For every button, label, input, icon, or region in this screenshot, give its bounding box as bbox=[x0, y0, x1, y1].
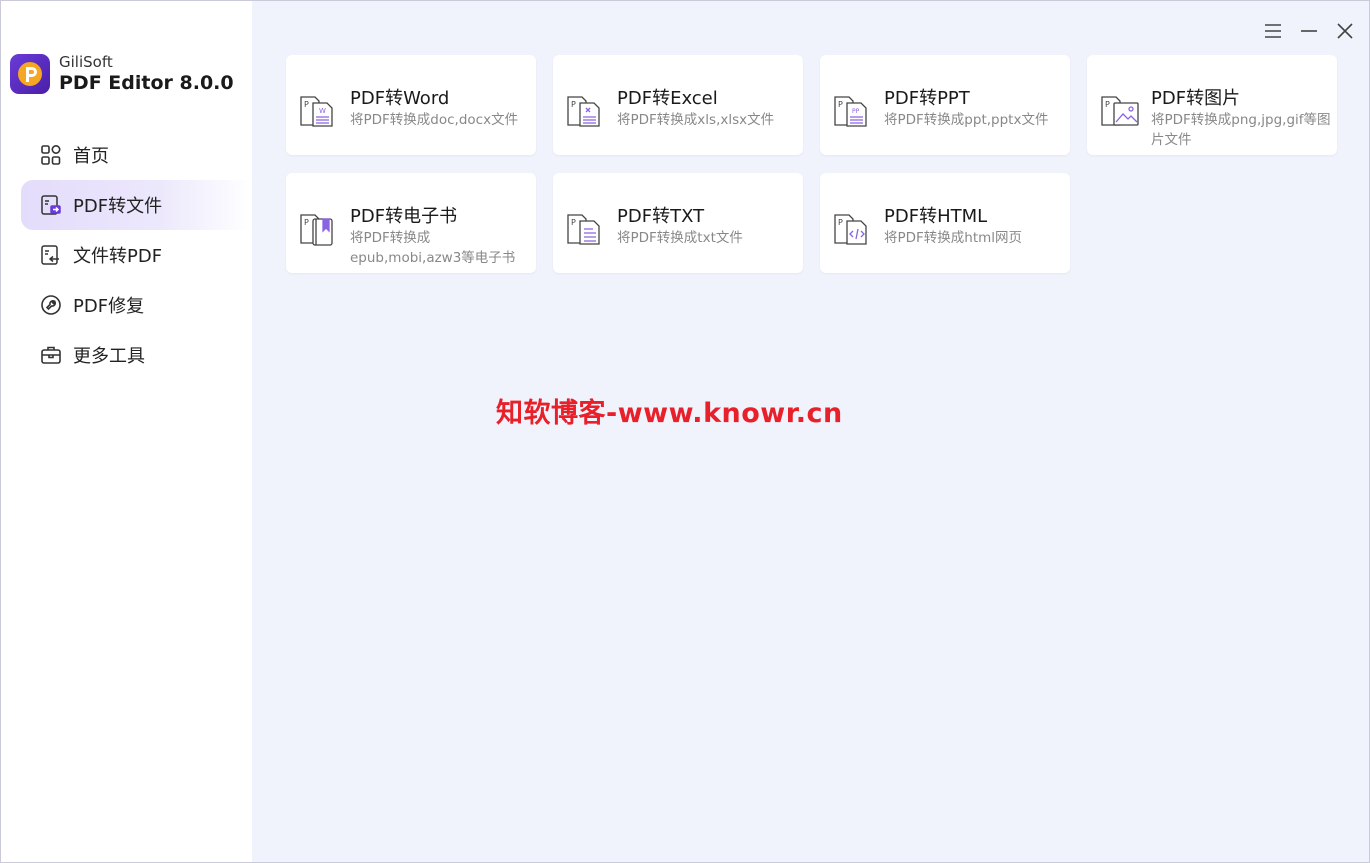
app-window: GiliSoft PDF Editor 8.0.0 首页 PDF转文件 文件转P… bbox=[0, 0, 1370, 863]
svg-text:P: P bbox=[304, 100, 309, 109]
card-title: PDF转HTML bbox=[884, 206, 988, 227]
toolbox-icon bbox=[39, 343, 63, 367]
svg-text:P: P bbox=[838, 100, 843, 109]
card-desc: 将PDF转换成html网页 bbox=[884, 230, 1023, 246]
company-name: GiliSoft bbox=[59, 53, 113, 71]
html-doc-icon: P bbox=[834, 214, 867, 245]
sidebar: GiliSoft PDF Editor 8.0.0 首页 PDF转文件 文件转P… bbox=[1, 1, 252, 862]
card-desc: 将PDF转换成xls,xlsx文件 bbox=[617, 112, 775, 128]
window-controls bbox=[1261, 19, 1357, 43]
sidebar-item-label: PDF转文件 bbox=[73, 196, 163, 217]
card-desc: 将PDF转换成ppt,pptx文件 bbox=[884, 112, 1049, 128]
card-pdf-to-ppt[interactable]: P PP PDF转PPT 将PDF转换成ppt,pptx文件 bbox=[820, 55, 1070, 155]
sidebar-item-label: 文件转PDF bbox=[73, 246, 163, 267]
card-desc: 将PDF转换成png,jpg,gif等图片文件 bbox=[1151, 112, 1331, 148]
card-title: PDF转Excel bbox=[617, 88, 718, 109]
ppt-doc-icon: P PP bbox=[834, 96, 867, 127]
card-desc: 将PDF转换成doc,docx文件 bbox=[350, 112, 519, 128]
sidebar-item-label: 首页 bbox=[73, 146, 109, 167]
card-title: PDF转电子书 bbox=[350, 206, 458, 227]
card-pdf-to-ebook[interactable]: P PDF转电子书 将PDF转换成 epub,mobi,azw3等电子书 bbox=[286, 173, 536, 273]
ebook-doc-icon: P bbox=[300, 214, 333, 246]
brand: GiliSoft PDF Editor 8.0.0 bbox=[10, 53, 234, 95]
card-desc: 将PDF转换成 epub,mobi,azw3等电子书 bbox=[350, 230, 516, 266]
svg-text:W: W bbox=[319, 107, 326, 115]
sidebar-item-label: 更多工具 bbox=[73, 346, 145, 367]
file-to-pdf-icon bbox=[39, 243, 63, 267]
close-icon[interactable] bbox=[1333, 19, 1357, 43]
card-pdf-to-word[interactable]: P W PDF转Word 将PDF转换成doc,docx文件 bbox=[286, 55, 536, 155]
card-title: PDF转Word bbox=[350, 88, 450, 109]
card-pdf-to-txt[interactable]: P PDF转TXT 将PDF转换成txt文件 bbox=[553, 173, 803, 273]
card-pdf-to-html[interactable]: P PDF转HTML 将PDF转换成html网页 bbox=[820, 173, 1070, 273]
sidebar-item-file-to-pdf[interactable]: 文件转PDF bbox=[21, 230, 252, 280]
app-logo-icon bbox=[10, 54, 50, 94]
card-title: PDF转PPT bbox=[884, 88, 970, 109]
sidebar-item-pdf-to-file[interactable]: PDF转文件 bbox=[21, 180, 252, 230]
excel-doc-icon: P bbox=[567, 96, 600, 127]
pdf-to-file-icon bbox=[39, 193, 63, 217]
card-desc: 将PDF转换成txt文件 bbox=[617, 230, 743, 246]
watermark-text: 知软博客-www.knowr.cn bbox=[496, 398, 843, 429]
grid-icon bbox=[39, 143, 63, 167]
word-doc-icon: P W bbox=[300, 96, 333, 127]
svg-text:P: P bbox=[304, 218, 309, 227]
svg-text:P: P bbox=[1105, 100, 1110, 109]
sidebar-item-home[interactable]: 首页 bbox=[21, 130, 252, 180]
card-pdf-to-image[interactable]: P PDF转图片 将PDF转换成png,jpg,gif等图片文件 bbox=[1087, 55, 1337, 155]
txt-doc-icon: P bbox=[567, 214, 600, 245]
svg-text:P: P bbox=[571, 218, 576, 227]
svg-text:P: P bbox=[571, 100, 576, 109]
sidebar-item-pdf-repair[interactable]: PDF修复 bbox=[21, 280, 252, 330]
product-name: PDF Editor 8.0.0 bbox=[59, 72, 234, 94]
svg-text:PP: PP bbox=[852, 108, 860, 115]
sidebar-item-more-tools[interactable]: 更多工具 bbox=[21, 330, 252, 380]
card-pdf-to-excel[interactable]: P PDF转Excel 将PDF转换成xls,xlsx文件 bbox=[553, 55, 803, 155]
svg-text:P: P bbox=[838, 218, 843, 227]
sidebar-item-label: PDF修复 bbox=[73, 296, 145, 317]
menu-icon[interactable] bbox=[1261, 19, 1285, 43]
sidebar-nav: 首页 PDF转文件 文件转PDF PDF修复 更多工具 bbox=[21, 130, 252, 380]
minimize-icon[interactable] bbox=[1297, 19, 1321, 43]
image-doc-icon: P bbox=[1101, 96, 1139, 126]
repair-icon bbox=[39, 293, 63, 317]
card-title: PDF转TXT bbox=[617, 206, 705, 227]
card-title: PDF转图片 bbox=[1151, 88, 1241, 109]
